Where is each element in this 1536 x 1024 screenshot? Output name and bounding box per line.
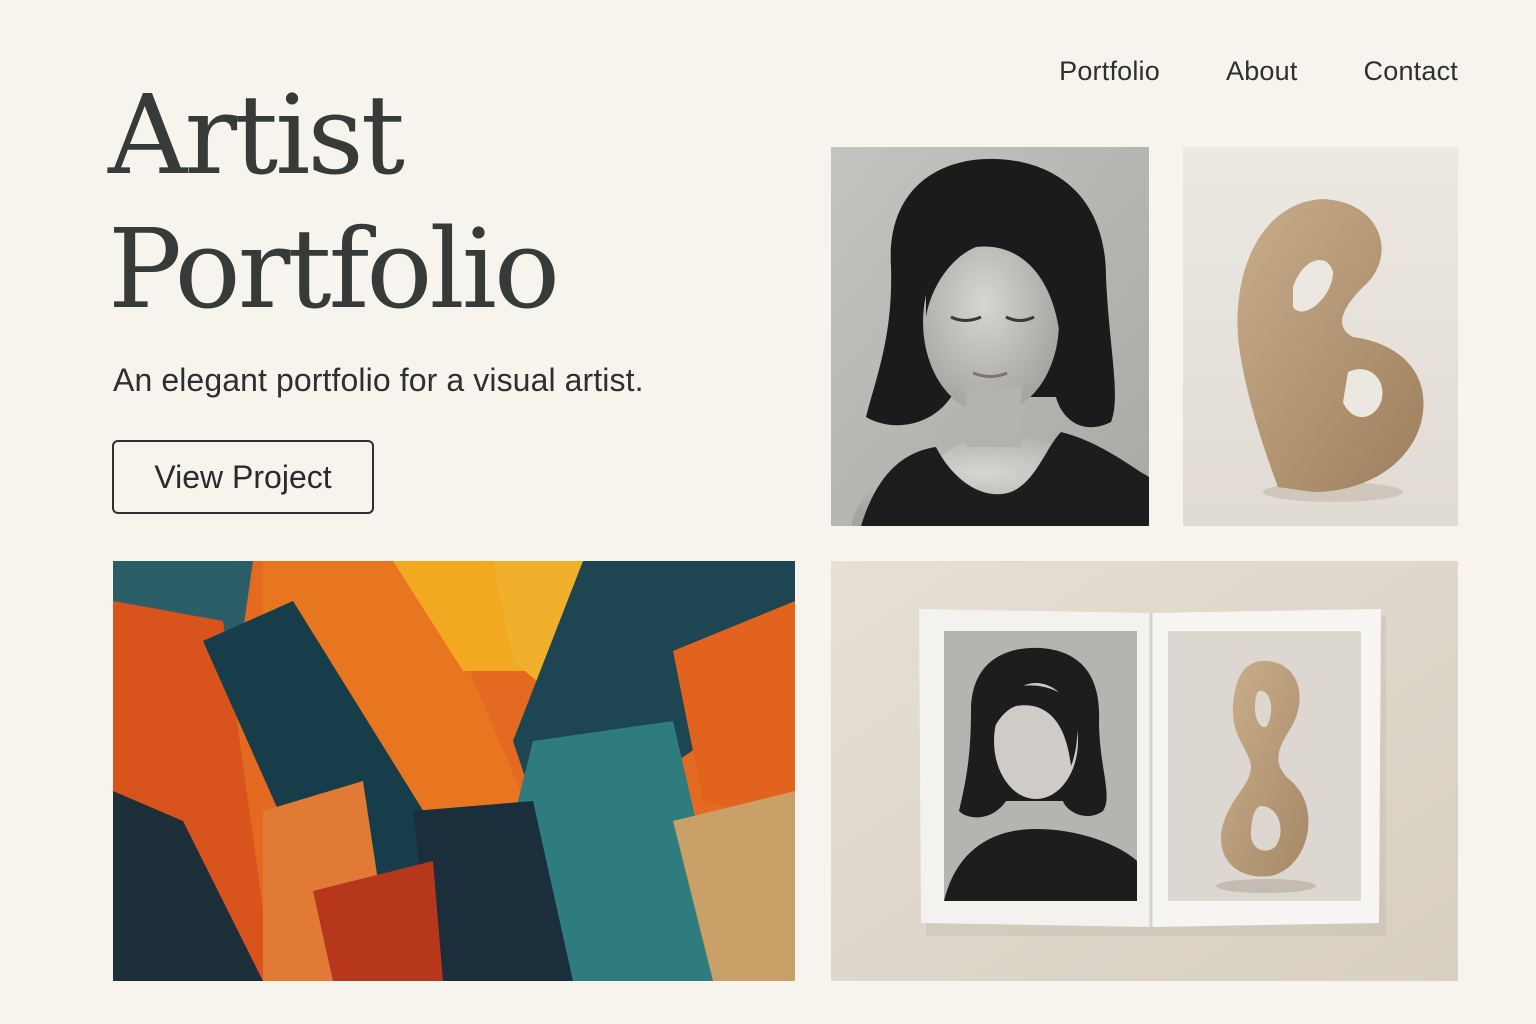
- page-title: Artist Portfolio: [108, 68, 560, 336]
- nav-link-contact[interactable]: Contact: [1364, 56, 1458, 87]
- nav-link-portfolio[interactable]: Portfolio: [1059, 56, 1160, 87]
- painting-image: [113, 561, 795, 981]
- open-book-photo[interactable]: [831, 561, 1458, 981]
- sculpture-image: [1183, 147, 1458, 526]
- hero-subtitle: An elegant portfolio for a visual artist…: [113, 362, 644, 398]
- portrait-image: [831, 147, 1149, 526]
- portfolio-page: Portfolio About Contact Artist Portfolio…: [0, 0, 1536, 1024]
- abstract-painting[interactable]: [113, 561, 795, 981]
- title-line-1: Artist: [108, 71, 405, 199]
- nav-link-about[interactable]: About: [1226, 56, 1298, 87]
- main-nav: Portfolio About Contact: [1059, 56, 1458, 87]
- view-project-button[interactable]: View Project: [112, 440, 374, 514]
- title-line-2: Portfolio: [108, 205, 560, 333]
- sculpture-photo[interactable]: [1183, 147, 1458, 526]
- portrait-photo[interactable]: [831, 147, 1149, 526]
- book-image: [831, 561, 1458, 981]
